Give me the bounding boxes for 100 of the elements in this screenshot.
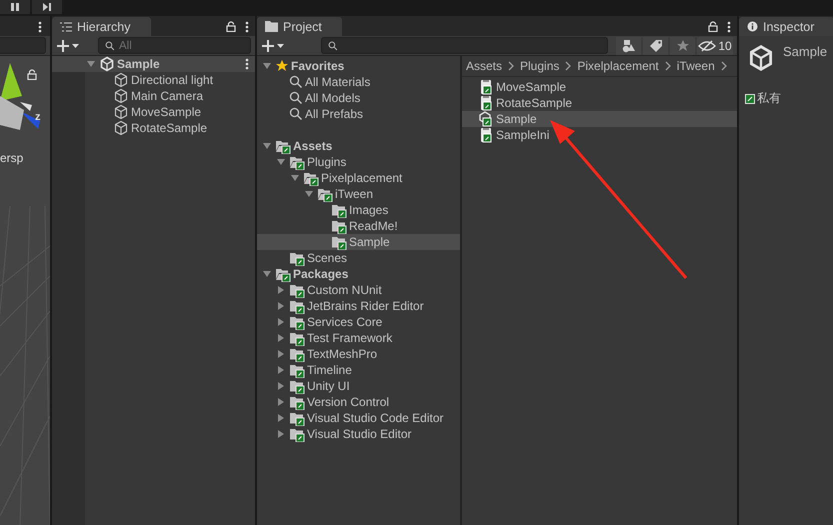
folder-label: Assets	[293, 139, 332, 153]
more-options-icon[interactable]	[245, 20, 249, 32]
project-tab[interactable]: Project	[257, 17, 342, 36]
hierarchy-item[interactable]: Main Camera	[52, 88, 255, 104]
hierarchy-tab[interactable]: Hierarchy	[52, 17, 150, 36]
cube-icon	[113, 104, 129, 120]
tag-icon	[648, 38, 662, 52]
more-options-icon[interactable]	[245, 58, 249, 70]
folder-label: Unity UI	[307, 379, 350, 393]
lock-icon[interactable]	[27, 69, 37, 80]
lock-icon[interactable]	[226, 21, 236, 32]
open-folder-icon	[275, 138, 291, 154]
folder-label: Pixelplacement	[321, 171, 402, 185]
tree-item[interactable]: Pixelplacement	[257, 170, 460, 186]
hidden-packages-button[interactable]: 10	[697, 36, 733, 54]
open-folder-icon	[317, 186, 333, 202]
tree-item[interactable]: Custom NUnit	[257, 282, 460, 298]
breadcrumb-item[interactable]: iTween	[676, 59, 715, 73]
step-button[interactable]	[32, 0, 62, 14]
folder-icon	[289, 362, 305, 378]
view-mode-label[interactable]: ersp	[0, 151, 24, 165]
file-item[interactable]: RotateSample	[462, 95, 737, 111]
star-icon	[676, 38, 690, 52]
step-icon	[42, 2, 52, 12]
search-icon	[289, 107, 303, 121]
tree-item[interactable]: Sample	[257, 234, 460, 250]
hierarchy-item[interactable]: RotateSample	[52, 120, 255, 136]
folder-icon	[265, 21, 278, 32]
folder-label: Timeline	[307, 363, 352, 377]
scene-header[interactable]: Sample	[52, 56, 255, 72]
tree-item[interactable]: ReadMe!	[257, 218, 460, 234]
search-icon	[328, 40, 338, 50]
favorites-header[interactable]: Favorites	[257, 58, 460, 74]
list-icon	[60, 22, 72, 32]
scene-name: Sample	[117, 57, 161, 71]
chevron-icon	[720, 61, 727, 71]
hierarchy-item[interactable]: Directional light	[52, 72, 255, 88]
folder-icon	[289, 298, 305, 314]
saved-search-item[interactable]: All Materials	[257, 74, 460, 90]
tree-item[interactable]: Services Core	[257, 314, 460, 330]
folder-label: Visual Studio Code Editor	[307, 411, 444, 425]
open-folder-icon	[303, 170, 319, 186]
folder-label: Plugins	[307, 155, 346, 169]
file-item[interactable]: SampleIni	[462, 127, 737, 143]
file-item[interactable]: Sample	[462, 111, 737, 127]
add-icon[interactable]	[56, 38, 80, 52]
tree-item[interactable]: Visual Studio Editor	[257, 426, 460, 442]
tree-item[interactable]: iTween	[257, 186, 460, 202]
favorite-button[interactable]	[670, 36, 695, 54]
tree-item[interactable]: Timeline	[257, 362, 460, 378]
label-filter-button[interactable]	[643, 36, 668, 54]
search-field[interactable]	[0, 37, 46, 54]
folder-label: Custom NUnit	[307, 283, 382, 297]
search-icon	[289, 75, 303, 89]
add-icon[interactable]	[261, 38, 285, 52]
tree-item[interactable]: Assets	[257, 138, 460, 154]
eye-slash-icon	[698, 40, 716, 52]
tree-item[interactable]: Images	[257, 202, 460, 218]
folder-label: Images	[349, 203, 388, 217]
tree-item[interactable]: Scenes	[257, 250, 460, 266]
breadcrumb-item[interactable]: Assets	[466, 59, 502, 73]
label-icon	[745, 94, 755, 104]
folder-label: Version Control	[307, 395, 390, 409]
axis-label: z	[35, 111, 40, 123]
tree-item[interactable]: Unity UI	[257, 378, 460, 394]
asset-label: 私有	[757, 90, 781, 107]
search-field[interactable]	[321, 37, 608, 54]
tree-item[interactable]: Packages	[257, 266, 460, 282]
search-field[interactable]: All	[98, 37, 251, 54]
type-filter-button[interactable]	[616, 36, 641, 54]
hierarchy-item[interactable]: MoveSample	[52, 104, 255, 120]
folder-icon	[331, 234, 347, 250]
folder-label: Test Framework	[307, 331, 392, 345]
saved-search-item[interactable]: All Prefabs	[257, 106, 460, 122]
tree-item[interactable]: JetBrains Rider Editor	[257, 298, 460, 314]
folder-label: JetBrains Rider Editor	[307, 299, 424, 313]
folder-icon	[289, 426, 305, 442]
lock-icon[interactable]	[708, 21, 718, 32]
tree-item[interactable]: Visual Studio Code Editor	[257, 410, 460, 426]
pause-button[interactable]	[0, 0, 30, 14]
more-options-icon[interactable]	[38, 20, 42, 32]
breadcrumb-item[interactable]: Pixelplacement	[577, 59, 659, 73]
saved-search-item[interactable]: All Models	[257, 90, 460, 106]
folder-icon	[289, 394, 305, 410]
folder-icon	[289, 346, 305, 362]
pause-icon	[10, 2, 20, 12]
open-folder-icon	[289, 154, 305, 170]
inspector-tab[interactable]: Inspector	[739, 17, 833, 36]
folder-label: Visual Studio Editor	[307, 427, 412, 441]
breadcrumb-item[interactable]: Plugins	[520, 59, 560, 73]
folder-label: iTween	[335, 187, 374, 201]
tree-item[interactable]: Plugins	[257, 154, 460, 170]
search-icon	[105, 40, 115, 50]
tree-item[interactable]: Test Framework	[257, 330, 460, 346]
more-options-icon[interactable]	[727, 20, 731, 32]
cube-icon	[113, 120, 129, 136]
folder-icon	[331, 202, 347, 218]
tree-item[interactable]: TextMeshPro	[257, 346, 460, 362]
tree-item[interactable]: Version Control	[257, 394, 460, 410]
file-item[interactable]: MoveSample	[462, 79, 737, 95]
